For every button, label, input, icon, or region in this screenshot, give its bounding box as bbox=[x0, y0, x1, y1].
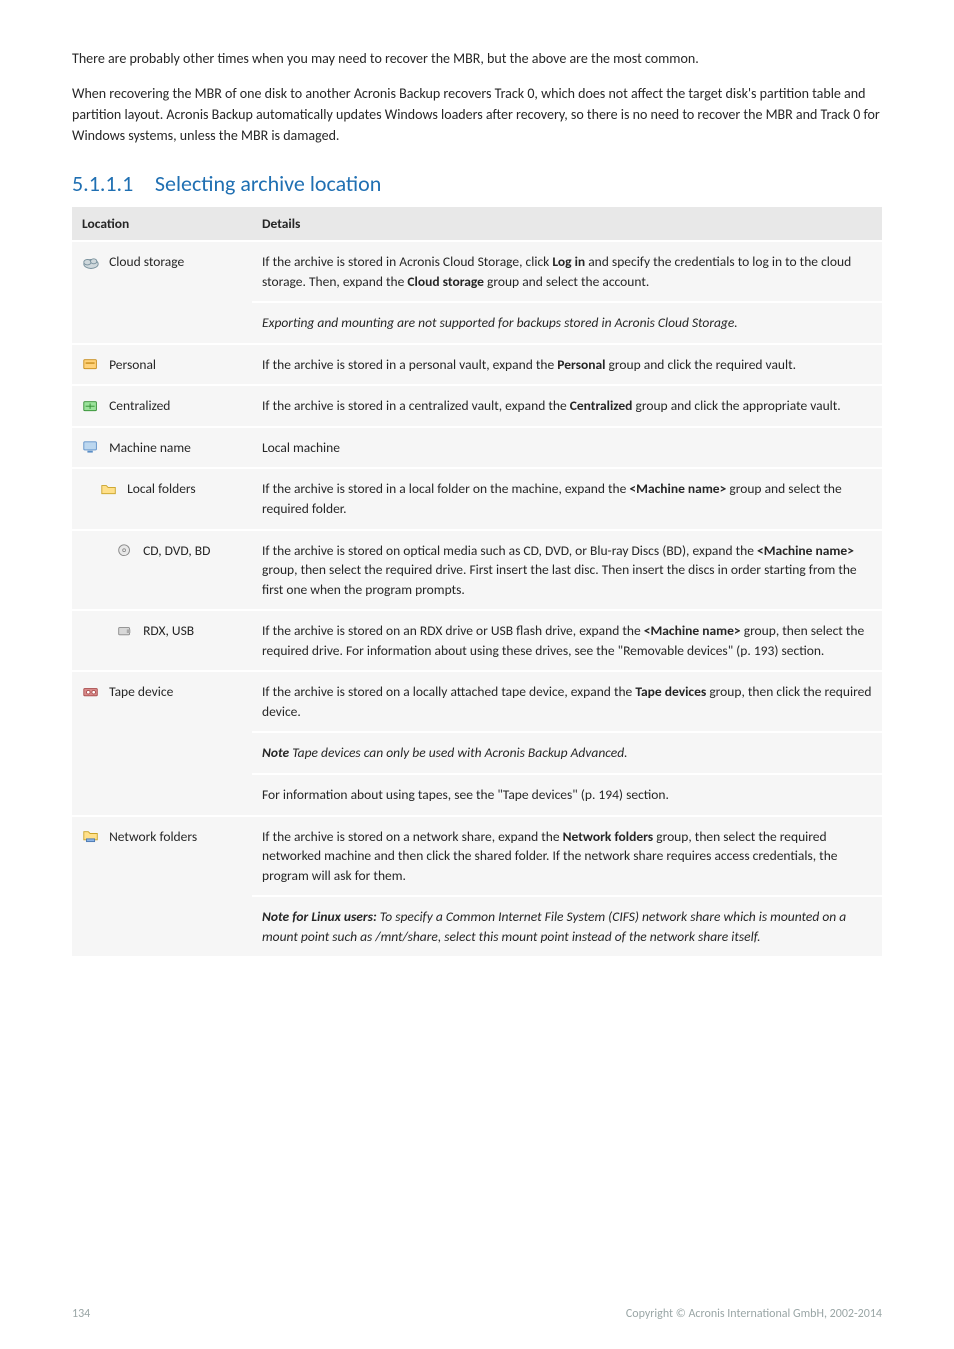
row-centralized: Centralized If the archive is stored in … bbox=[72, 385, 882, 427]
text: group, then select the required drive. F… bbox=[262, 561, 857, 598]
text: If the archive is stored in a personal v… bbox=[262, 356, 557, 373]
row-machine-name: Machine name Local machine bbox=[72, 427, 882, 469]
tape-device-info: For information about using tapes, see t… bbox=[252, 774, 882, 816]
section-number: 5.1.1.1 bbox=[72, 170, 133, 197]
personal-label: Personal bbox=[109, 356, 156, 373]
machine-name-detail: Local machine bbox=[252, 427, 882, 469]
bold: <Machine name> bbox=[629, 480, 726, 497]
archive-location-table: Location Details Cloud storage If the ar… bbox=[72, 207, 882, 956]
bold: Network folders bbox=[563, 828, 654, 845]
cd-dvd-bd-label: CD, DVD, BD bbox=[143, 542, 210, 559]
bold: Centralized bbox=[570, 397, 633, 414]
header-location: Location bbox=[72, 207, 252, 241]
page-number: 134 bbox=[72, 1307, 90, 1321]
network-folders-label: Network folders bbox=[109, 828, 197, 845]
text: If the archive is stored on optical medi… bbox=[262, 542, 757, 559]
section-title: Selecting archive location bbox=[155, 170, 381, 197]
text: If the archive is stored in a local fold… bbox=[262, 480, 629, 497]
text: If the archive is stored on a locally at… bbox=[262, 683, 635, 700]
text: group and click the appropriate vault. bbox=[632, 397, 840, 414]
centralized-label: Centralized bbox=[109, 397, 170, 414]
tape-device-label: Tape device bbox=[109, 683, 173, 700]
row-rdx-usb: RDX, USB If the archive is stored on an … bbox=[72, 610, 882, 671]
row-local-folders: Local folders If the archive is stored i… bbox=[72, 468, 882, 529]
copyright: Copyright © Acronis International GmbH, … bbox=[626, 1307, 882, 1321]
row-personal: Personal If the archive is stored in a p… bbox=[72, 344, 882, 386]
note-lead: Note for Linux users: bbox=[262, 908, 377, 925]
text: group and click the required vault. bbox=[606, 356, 797, 373]
computer-icon bbox=[82, 440, 100, 456]
bold: Log in bbox=[552, 253, 585, 270]
disc-icon bbox=[116, 543, 134, 559]
intro-paragraph-2: When recovering the MBR of one disk to a… bbox=[72, 83, 882, 146]
bold: Tape devices bbox=[635, 683, 706, 700]
row-tape-device: Tape device If the archive is stored on … bbox=[72, 671, 882, 732]
centralized-vault-icon bbox=[82, 399, 100, 415]
text: group and select the account. bbox=[484, 273, 649, 290]
text: If the archive is stored on an RDX drive… bbox=[262, 622, 644, 639]
row-cloud-storage: Cloud storage If the archive is stored i… bbox=[72, 241, 882, 302]
header-details: Details bbox=[252, 207, 882, 241]
table-header-row: Location Details bbox=[72, 207, 882, 241]
machine-name-label: Machine name bbox=[109, 439, 191, 456]
tape-icon bbox=[82, 685, 100, 701]
personal-vault-icon bbox=[82, 357, 100, 373]
row-network-folders: Network folders If the archive is stored… bbox=[72, 816, 882, 897]
note-rest: Tape devices can only be used with Acron… bbox=[289, 744, 627, 761]
row-cd-dvd-bd: CD, DVD, BD If the archive is stored on … bbox=[72, 530, 882, 611]
bold: Personal bbox=[557, 356, 605, 373]
italic-note: Exporting and mounting are not supported… bbox=[262, 314, 738, 331]
section-heading: 5.1.1.1 Selecting archive location bbox=[72, 170, 882, 197]
page-footer: 134 Copyright © Acronis International Gm… bbox=[72, 1307, 882, 1321]
note-lead: Note bbox=[262, 744, 289, 761]
bold: <Machine name> bbox=[757, 542, 854, 559]
intro-paragraph-1: There are probably other times when you … bbox=[72, 48, 882, 69]
folder-icon bbox=[100, 482, 118, 498]
removable-drive-icon bbox=[116, 624, 134, 640]
bold: Cloud storage bbox=[407, 273, 484, 290]
bold: <Machine name> bbox=[644, 622, 741, 639]
text: If the archive is stored on a network sh… bbox=[262, 828, 563, 845]
local-folders-label: Local folders bbox=[127, 480, 196, 497]
cloud-icon bbox=[82, 255, 100, 271]
text: If the archive is stored in a centralize… bbox=[262, 397, 570, 414]
text: If the archive is stored in Acronis Clou… bbox=[262, 253, 552, 270]
cloud-storage-label: Cloud storage bbox=[109, 253, 184, 270]
network-folder-icon bbox=[82, 829, 100, 845]
rdx-usb-label: RDX, USB bbox=[143, 622, 194, 639]
